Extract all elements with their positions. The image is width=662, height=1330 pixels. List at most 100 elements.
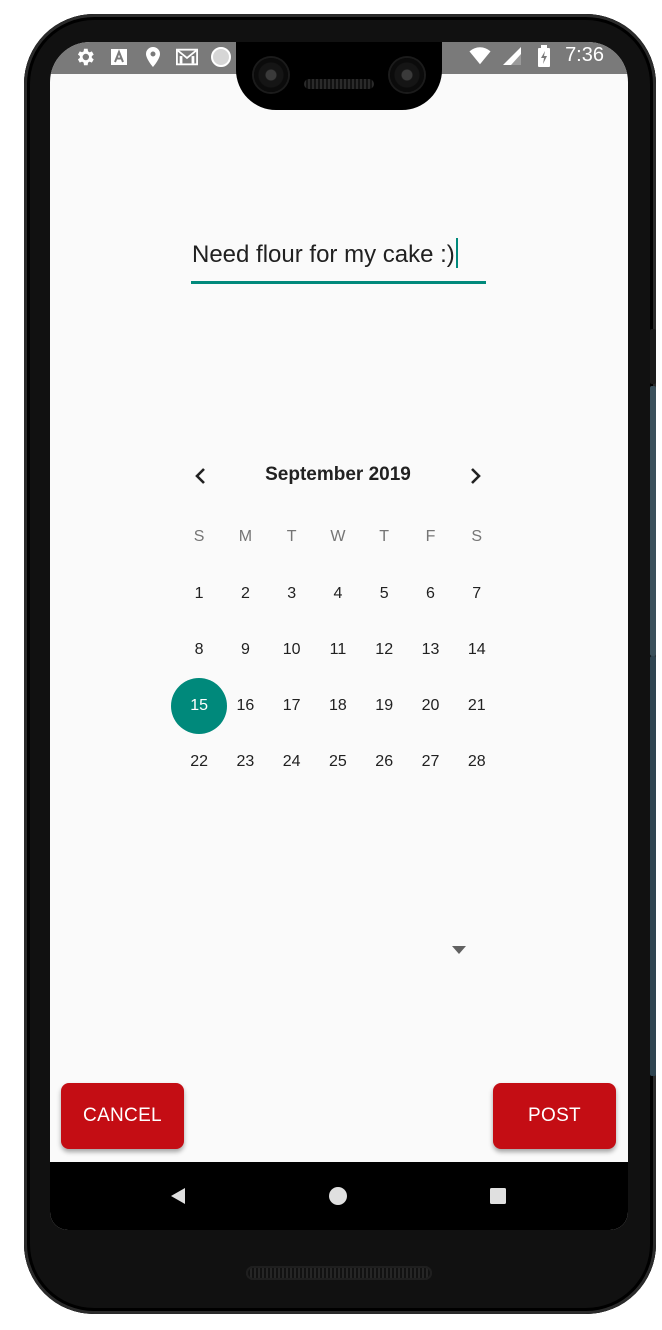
weekday-header-row: S M T W T F S xyxy=(176,528,500,556)
wifi-icon xyxy=(469,45,491,67)
text-field-underline xyxy=(191,281,486,284)
day-number: 26 xyxy=(375,753,394,770)
day-number: 23 xyxy=(236,753,255,770)
day-number: 17 xyxy=(282,697,301,714)
day-number: 9 xyxy=(240,641,250,658)
calendar-day[interactable]: 3 xyxy=(269,566,315,622)
cancel-button[interactable]: CANCEL xyxy=(61,1083,184,1149)
speaker-grille xyxy=(246,1266,432,1280)
status-icons-left xyxy=(74,46,232,68)
day-number: 5 xyxy=(379,585,389,602)
earpiece-speaker xyxy=(304,79,374,89)
calendar-day[interactable]: 23 xyxy=(222,734,268,790)
home-circle-icon xyxy=(329,1187,347,1205)
calendar-day[interactable]: 24 xyxy=(269,734,315,790)
battery-charging-icon xyxy=(533,44,555,67)
weekday-label: W xyxy=(330,528,346,545)
canvas: 7:36 Need flour for my cake :) September… xyxy=(0,0,662,1330)
cell-signal-icon xyxy=(501,45,523,67)
day-number: 7 xyxy=(472,585,482,602)
settings-gear-icon xyxy=(74,46,96,68)
status-icons-right: 7:36 xyxy=(469,44,604,67)
day-number: 19 xyxy=(375,697,394,714)
calendar-day[interactable]: 7 xyxy=(454,566,500,622)
calendar-day[interactable]: 21 xyxy=(454,678,500,734)
weekday-label: M xyxy=(238,528,253,545)
calendar-week-row: 22 23 24 25 26 27 28 xyxy=(176,734,500,790)
location-pin-icon xyxy=(142,46,164,68)
day-number: 21 xyxy=(467,697,486,714)
weekday-label: S xyxy=(471,528,483,545)
dropdown-arrow-icon[interactable] xyxy=(452,946,466,954)
accessibility-a-icon xyxy=(108,46,130,68)
calendar-day[interactable]: 17 xyxy=(269,678,315,734)
calendar-day[interactable]: 5 xyxy=(361,566,407,622)
day-number: 18 xyxy=(329,697,347,714)
day-number: 15 xyxy=(190,697,209,714)
camera-notch xyxy=(236,42,442,110)
day-number: 10 xyxy=(282,641,301,658)
post-text-field[interactable]: Need flour for my cake :) xyxy=(191,232,486,284)
day-number: 25 xyxy=(329,753,347,770)
next-month-button[interactable] xyxy=(460,460,492,492)
side-key xyxy=(650,656,656,1076)
gmail-icon xyxy=(176,46,198,68)
calendar-day[interactable]: 8 xyxy=(176,622,222,678)
calendar-day[interactable]: 26 xyxy=(361,734,407,790)
weekday-label: S xyxy=(193,528,205,545)
day-number: 8 xyxy=(194,641,204,658)
day-number: 3 xyxy=(287,585,297,602)
day-number: 4 xyxy=(333,585,343,602)
calendar-day[interactable]: 10 xyxy=(269,622,315,678)
calendar-week-row: 15 16 17 18 19 20 21 xyxy=(176,678,500,734)
text-caret xyxy=(455,238,458,268)
day-number: 1 xyxy=(194,585,204,602)
screen: 7:36 Need flour for my cake :) September… xyxy=(50,42,628,1230)
home-nav-button[interactable] xyxy=(326,1184,350,1208)
recents-nav-button[interactable] xyxy=(486,1184,510,1208)
calendar-month-header: September 2019 xyxy=(180,456,496,496)
calendar-week-row: 8 9 10 11 12 13 14 xyxy=(176,622,500,678)
calendar-day[interactable]: 1 xyxy=(176,566,222,622)
post-button[interactable]: POST xyxy=(493,1083,616,1149)
back-nav-button[interactable] xyxy=(166,1184,190,1208)
post-text-input[interactable]: Need flour for my cake :) xyxy=(192,238,458,269)
calendar-week-row: 1 2 3 4 5 6 7 xyxy=(176,566,500,622)
calendar-day[interactable]: 12 xyxy=(361,622,407,678)
back-triangle-icon xyxy=(171,1188,185,1204)
day-number: 16 xyxy=(236,697,255,714)
calendar-day[interactable]: 16 xyxy=(222,678,268,734)
day-number: 24 xyxy=(282,753,301,770)
front-camera-icon xyxy=(390,58,424,92)
calendar-day[interactable]: 13 xyxy=(407,622,453,678)
calendar-day[interactable]: 11 xyxy=(315,622,361,678)
day-number: 12 xyxy=(375,641,394,658)
calendar-day[interactable]: 25 xyxy=(315,734,361,790)
side-key xyxy=(650,329,656,384)
side-key xyxy=(650,386,656,656)
calendar-day[interactable]: 6 xyxy=(407,566,453,622)
post-text-value: Need flour for my cake :) xyxy=(192,241,455,268)
calendar-day[interactable]: 4 xyxy=(315,566,361,622)
calendar-day[interactable]: 2 xyxy=(222,566,268,622)
front-camera-icon xyxy=(254,58,288,92)
calendar-day-selected[interactable]: 15 xyxy=(176,678,222,734)
day-number: 22 xyxy=(190,753,209,770)
calendar-day[interactable]: 19 xyxy=(361,678,407,734)
calendar-day[interactable]: 14 xyxy=(454,622,500,678)
weekday-label: T xyxy=(286,528,297,545)
day-number: 6 xyxy=(426,585,435,602)
day-number: 13 xyxy=(421,641,440,658)
calendar-day[interactable]: 18 xyxy=(315,678,361,734)
recents-square-icon xyxy=(490,1188,506,1204)
calendar-day[interactable]: 22 xyxy=(176,734,222,790)
chevron-right-icon xyxy=(471,468,481,484)
calendar-day[interactable]: 20 xyxy=(407,678,453,734)
calendar-day[interactable]: 27 xyxy=(407,734,453,790)
status-time: 7:36 xyxy=(565,44,604,66)
day-number: 14 xyxy=(467,641,486,658)
weekday-label: F xyxy=(425,528,436,545)
day-number: 2 xyxy=(240,585,250,602)
calendar-day[interactable]: 28 xyxy=(454,734,500,790)
calendar-day[interactable]: 9 xyxy=(222,622,268,678)
